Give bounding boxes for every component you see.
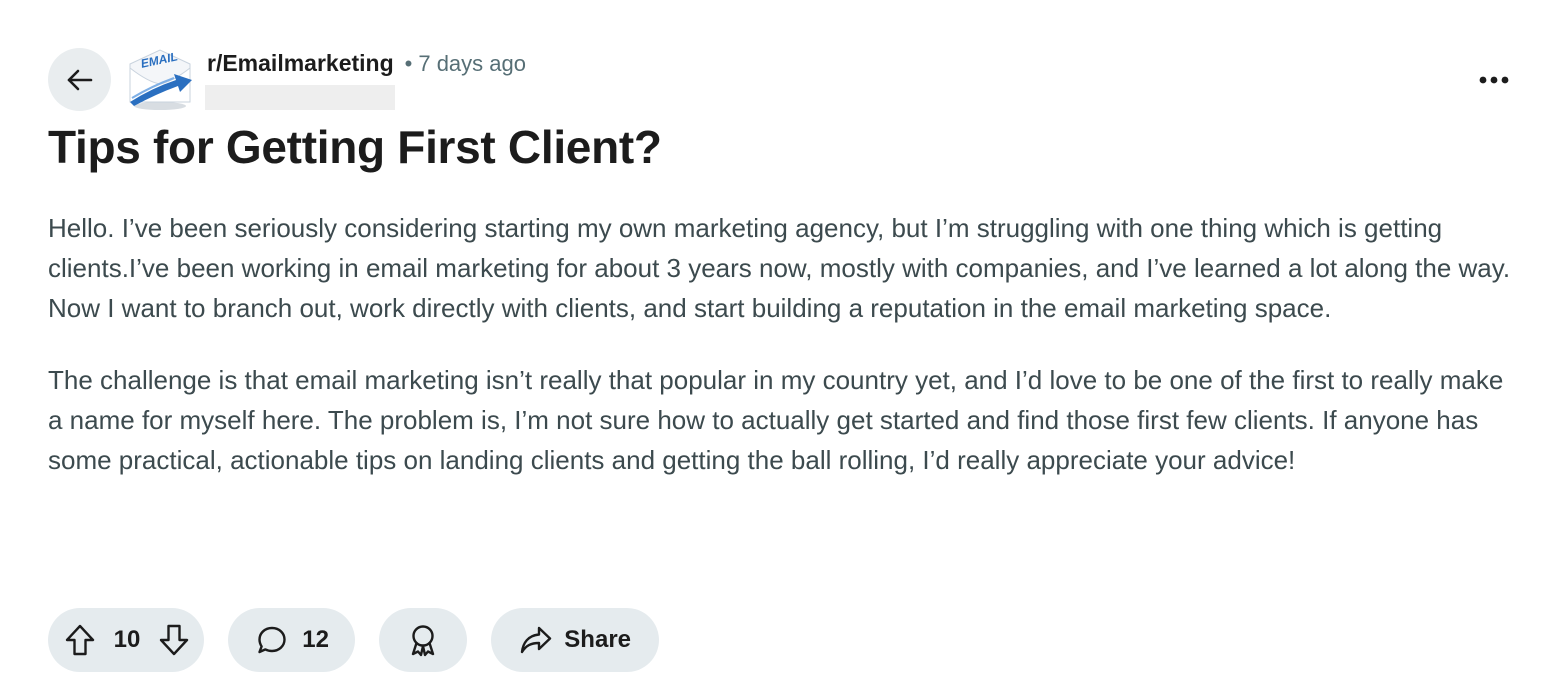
subreddit-link[interactable]: r/Emailmarketing: [207, 50, 394, 77]
share-label: Share: [564, 626, 631, 653]
comments-button[interactable]: 12: [228, 608, 355, 672]
downvote-button[interactable]: [158, 623, 190, 657]
meta-separator: •: [404, 51, 413, 76]
downvote-arrow-icon: [159, 624, 189, 656]
post-paragraph: Hello. I’ve been seriously considering s…: [48, 213, 1511, 323]
award-button[interactable]: [379, 608, 467, 672]
arrow-left-icon: [67, 69, 92, 90]
author-redacted: [205, 85, 395, 110]
post-timestamp: 7 days ago: [418, 51, 526, 76]
vote-bar: 10: [48, 608, 204, 672]
share-button[interactable]: Share: [491, 608, 659, 672]
upvote-arrow-icon: [65, 624, 95, 656]
upvote-button[interactable]: [64, 623, 96, 657]
post-body: Hello. I’ve been seriously considering s…: [48, 208, 1518, 480]
award-ribbon-icon: [411, 625, 435, 657]
share-arrow-icon: [520, 626, 552, 654]
comment-bubble-icon: [258, 626, 286, 654]
vote-count: 10: [113, 626, 141, 653]
more-horizontal-icon: [1479, 76, 1509, 84]
subreddit-avatar[interactable]: EMAIL: [126, 44, 194, 112]
post-paragraph: The challenge is that email marketing is…: [48, 365, 1504, 475]
post-meta: r/Emailmarketing • 7 days ago: [207, 50, 526, 77]
post-title: Tips for Getting First Client?: [48, 121, 662, 173]
comment-count: 12: [302, 626, 329, 653]
back-button[interactable]: [48, 48, 111, 111]
more-options-button[interactable]: [1470, 64, 1518, 96]
